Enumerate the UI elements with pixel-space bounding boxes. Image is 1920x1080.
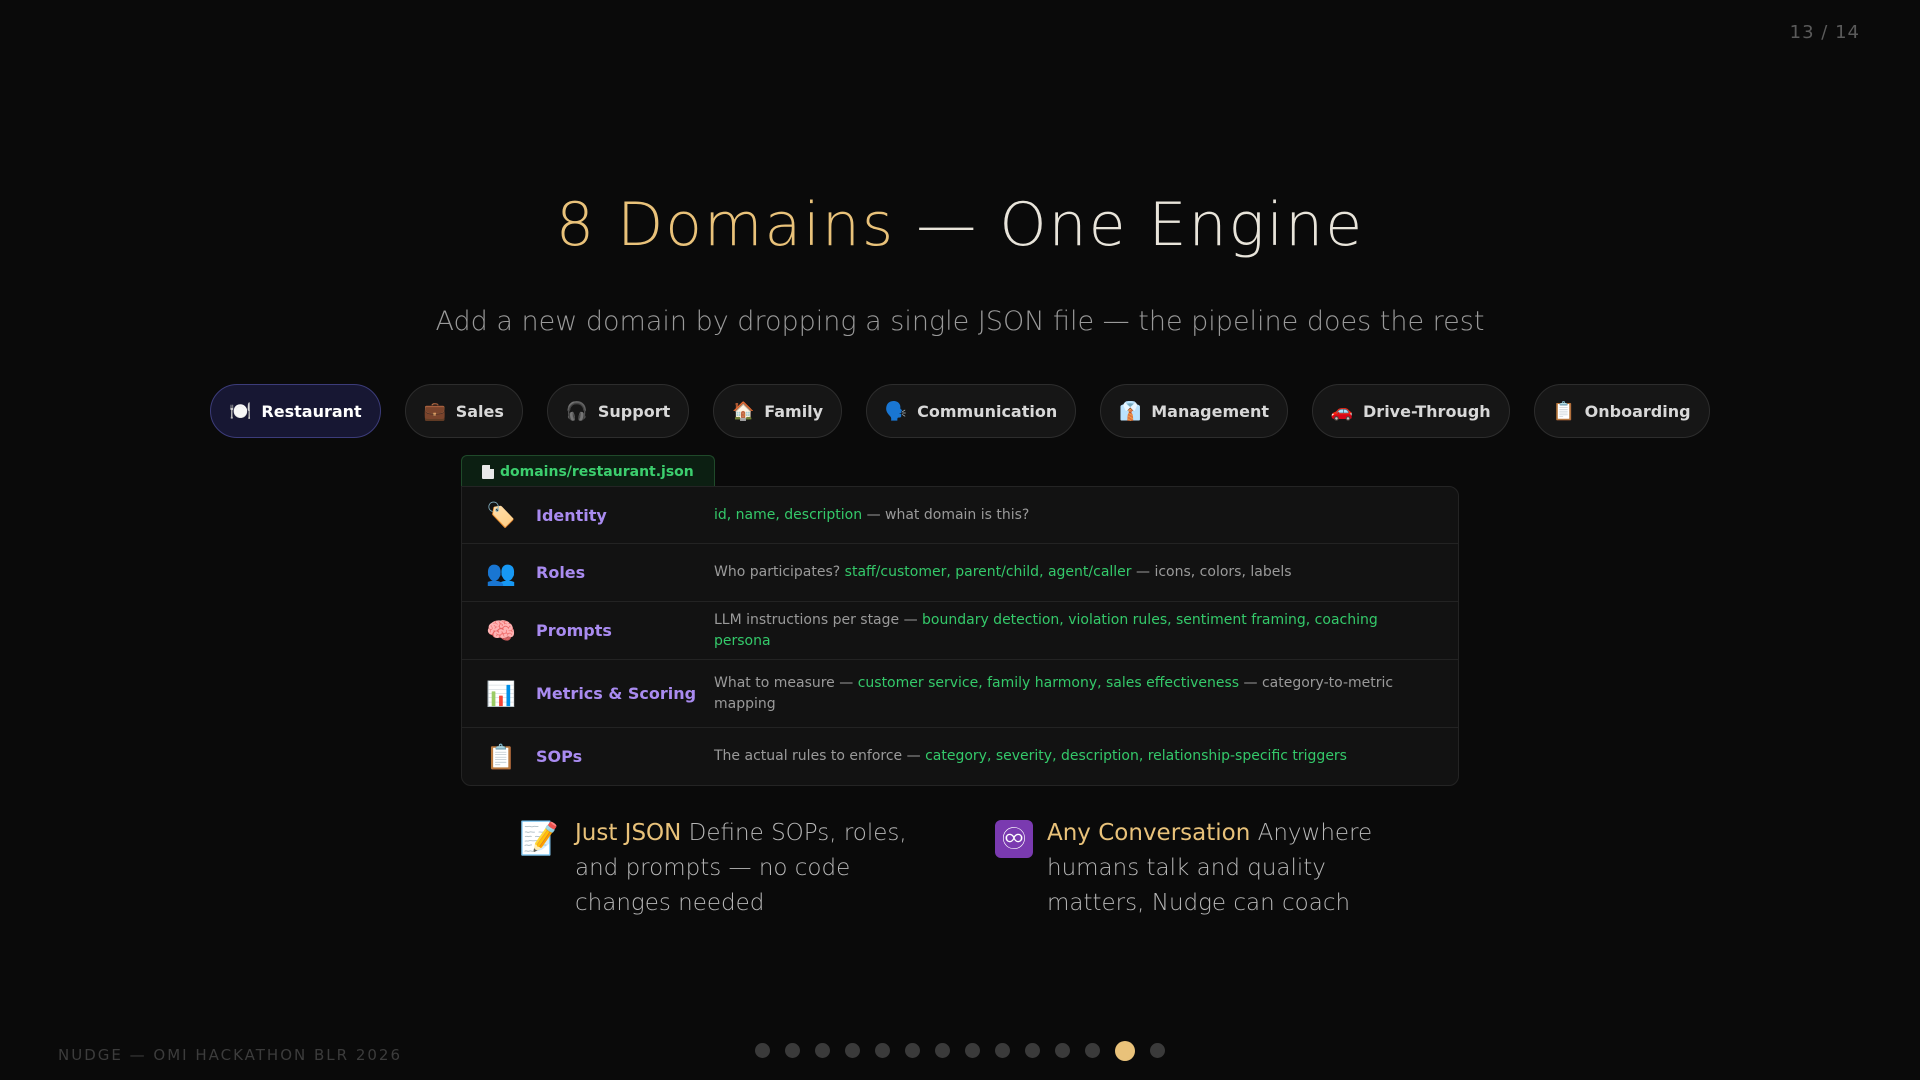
clipboard-icon: 📋 [486,742,516,771]
row-description: What to measure — customer service, fami… [714,673,1434,715]
tab-management[interactable]: 👔 Management [1100,384,1289,438]
row-description: id, name, description — what domain is t… [714,505,1434,526]
tab-family[interactable]: 🏠 Family [713,384,843,438]
row-description: LLM instructions per stage — boundary de… [714,610,1434,652]
slide-title: 8 Domains — One Engine [0,190,1920,260]
row-description: The actual rules to enforce — category, … [714,746,1434,767]
people-icon: 👥 [486,558,516,587]
row-name: Metrics & Scoring [536,684,697,703]
tab-support[interactable]: 🎧 Support [546,384,690,438]
slide-dot-3[interactable] [815,1043,830,1058]
row-name: Identity [536,505,607,525]
feature-title: Any Conversation [1047,820,1251,846]
slide-dot-5[interactable] [875,1043,890,1058]
slide-subtitle: Add a new domain by dropping a single JS… [435,306,1485,337]
slide-dot-10[interactable] [1025,1043,1040,1058]
tab-sales[interactable]: 💼 Sales [404,384,523,438]
slide-pagination [0,1041,1920,1061]
headphones-icon: 🎧 [565,400,589,422]
tab-label: Restaurant [261,401,362,421]
slide-dot-11[interactable] [1055,1043,1070,1058]
file-tab[interactable]: domains/restaurant.json [461,455,715,487]
highlighted-field: staff/customer, parent/child, agent/call… [844,564,1132,580]
briefcase-icon: 💼 [423,400,446,422]
label-tag-icon: 🏷️ [486,501,516,529]
speaking-head-icon: 🗣️ [884,400,908,422]
title-rest: — One Engine [895,190,1365,260]
feature-callouts: 📝 Just JSON Define SOPs, roles, and prom… [0,816,1920,921]
title-accent: 8 Domains [555,190,896,260]
schema-row-metrics: 📊 Metrics & Scoring What to measure — cu… [462,660,1458,728]
brain-icon: 🧠 [486,616,516,645]
page-counter: 13 / 14 [1789,22,1860,43]
fork-knife-icon: 🍽️ [229,400,252,422]
tab-label: Onboarding [1584,401,1691,421]
file-icon [482,464,494,479]
slide-dot-6[interactable] [905,1043,920,1058]
feature-text: Any Conversation Anywhere humans talk an… [1047,816,1403,921]
schema-row-roles: 👥 Roles Who participates? staff/customer… [462,544,1458,602]
slide-dot-8[interactable] [965,1043,980,1058]
schema-row-prompts: 🧠 Prompts LLM instructions per stage — b… [462,602,1458,660]
tab-onboarding[interactable]: 📋 Onboarding [1533,384,1710,438]
row-description: Who participates? staff/customer, parent… [714,562,1434,583]
tab-label: Sales [455,401,504,421]
description-text: The actual rules to enforce — [714,748,926,764]
tab-communication[interactable]: 🗣️ Communication [866,384,1077,438]
slide-dot-1[interactable] [755,1043,770,1058]
row-name: Roles [536,563,586,582]
description-text: What to measure — [714,674,858,691]
house-icon: 🏠 [732,400,755,422]
highlighted-field: customer service, family harmony, sales … [857,674,1240,691]
tab-label: Drive-Through [1363,401,1491,421]
description-text: — what domain is this? [862,506,1030,523]
slide-dot-2[interactable] [785,1043,800,1058]
row-name: SOPs [536,747,583,766]
car-icon: 🚗 [1330,400,1354,422]
domain-tabs: 🍽️ Restaurant 💼 Sales 🎧 Support 🏠 Family 🗣️ C… [0,384,1920,438]
tab-label: Family [764,401,824,421]
memo-icon: 📝 [519,819,559,857]
feature-just-json: 📝 Just JSON Define SOPs, roles, and prom… [517,816,925,921]
description-text: LLM instructions per stage — [714,611,923,628]
feature-text: Just JSON Define SOPs, roles, and prompt… [575,816,925,921]
bar-chart-icon: 📊 [486,679,516,708]
tab-label: Management [1151,401,1270,421]
row-name: Prompts [536,621,612,640]
description-text: — icons, colors, labels [1131,564,1292,580]
file-tab-label: domains/restaurant.json [500,463,694,480]
feature-any-conversation: ♾ Any Conversation Anywhere humans talk … [995,816,1403,921]
clipboard-icon: 📋 [1552,400,1575,422]
description-text: Who participates? [714,564,845,580]
slide-dot-14[interactable] [1150,1043,1165,1058]
slide-dot-7[interactable] [935,1043,950,1058]
infinity-icon: ♾ [995,820,1033,858]
schema-row-identity: 🏷️ Identity id, name, description — what… [462,487,1458,544]
feature-title: Just JSON [575,820,682,846]
tab-label: Support [597,401,671,421]
highlighted-field: category, severity, description, relatio… [925,748,1347,764]
schema-row-sops: 📋 SOPs The actual rules to enforce — cat… [462,728,1458,785]
business-suit-icon: 👔 [1119,400,1142,422]
slide-dot-4[interactable] [845,1043,860,1058]
slide-dot-13[interactable] [1115,1041,1135,1061]
slide-dot-9[interactable] [995,1043,1010,1058]
tab-label: Communication [917,401,1058,421]
slide-dot-12[interactable] [1085,1043,1100,1058]
tab-restaurant[interactable]: 🍽️ Restaurant [210,384,381,438]
tab-drive-through[interactable]: 🚗 Drive-Through [1312,384,1510,438]
schema-table: 🏷️ Identity id, name, description — what… [461,486,1459,786]
highlighted-field: id, name, description [714,506,863,523]
